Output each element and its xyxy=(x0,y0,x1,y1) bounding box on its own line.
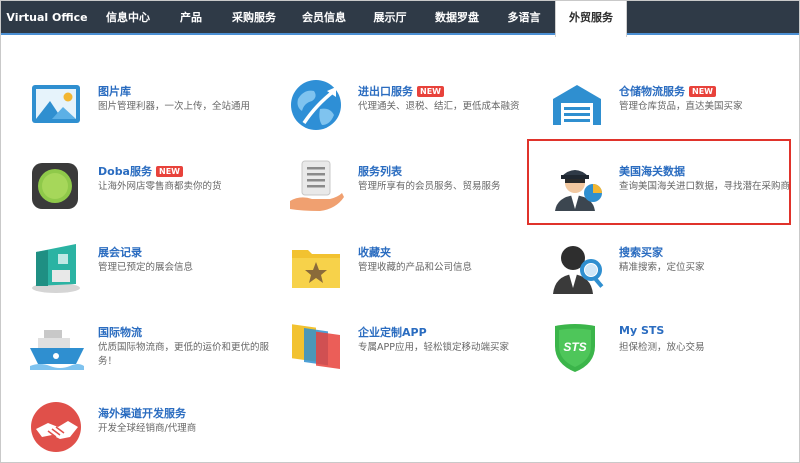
new-badge: NEW xyxy=(689,86,716,97)
sts-shield-icon[interactable]: STS xyxy=(551,320,609,378)
nav-trade-services[interactable]: 外贸服务 xyxy=(555,1,627,37)
service-desc: 开发全球经销商/代理商 xyxy=(98,423,197,434)
nav-member-info[interactable]: 会员信息 xyxy=(289,1,359,35)
top-nav: Virtual Office 信息中心 产品 采购服务 会员信息 展示厅 数据罗… xyxy=(1,1,799,37)
service-list-icon[interactable] xyxy=(290,159,348,217)
highlight-box xyxy=(527,139,791,225)
service-service-list: 服务列表 管理所享有的会员服务、贸易服务 xyxy=(290,159,540,229)
service-title[interactable]: 进出口服务 NEW xyxy=(358,83,444,99)
service-title[interactable]: 国际物流 xyxy=(98,324,142,340)
service-my-sts: STS My STS 担保检测，放心交易 xyxy=(551,320,800,390)
service-title[interactable]: Doba服务 NEW xyxy=(98,163,183,179)
service-desc: 精准搜索，定位买家 xyxy=(619,262,705,273)
nav-sourcing[interactable]: 采购服务 xyxy=(219,1,289,35)
ship-icon[interactable] xyxy=(30,320,88,378)
service-desc: 管理所享有的会员服务、贸易服务 xyxy=(358,181,501,192)
service-title[interactable]: 图片库 xyxy=(98,83,131,99)
service-title[interactable]: 展会记录 xyxy=(98,244,142,260)
globe-icon[interactable] xyxy=(290,79,348,137)
service-desc: 优质国际物流商，更低的运价和更优的服务！ xyxy=(98,342,270,367)
service-import-export: 进出口服务 NEW 代理通关、退税、结汇，更低成本融资 xyxy=(290,79,540,149)
svg-text:STS: STS xyxy=(563,340,586,354)
service-overseas-channels: 海外渠道开发服务 开发全球经销商/代理商 xyxy=(30,401,280,463)
doba-icon[interactable] xyxy=(30,159,88,217)
service-title[interactable]: 海外渠道开发服务 xyxy=(98,405,186,421)
nav-multilanguage[interactable]: 多语言 xyxy=(493,1,555,35)
service-desc: 代理通关、退税、结汇，更低成本融资 xyxy=(358,101,520,112)
new-badge: NEW xyxy=(417,86,444,97)
nav-showroom[interactable]: 展示厅 xyxy=(359,1,421,35)
picture-icon[interactable] xyxy=(30,79,88,137)
service-custom-app: 企业定制APP 专属APP应用，轻松锁定移动端买家 xyxy=(290,320,540,390)
new-badge: NEW xyxy=(156,166,183,177)
search-buyer-icon[interactable] xyxy=(551,240,609,298)
favorites-folder-icon[interactable] xyxy=(290,240,348,298)
service-title[interactable]: My STS xyxy=(619,324,664,337)
service-desc: 图片管理利器，一次上传，全站通用 xyxy=(98,101,251,112)
service-title[interactable]: 搜索买家 xyxy=(619,244,663,260)
service-desc: 担保检测，放心交易 xyxy=(619,342,705,353)
nav-info-center[interactable]: 信息中心 xyxy=(93,1,163,35)
handshake-icon[interactable] xyxy=(30,401,88,459)
service-title[interactable]: 仓储物流服务 NEW xyxy=(619,83,716,99)
service-desc: 专属APP应用，轻松锁定移动端买家 xyxy=(358,342,509,353)
service-desc: 管理已预定的展会信息 xyxy=(98,262,194,273)
warehouse-icon[interactable] xyxy=(551,79,609,137)
service-desc: 管理仓库货品，直达美国买家 xyxy=(619,101,743,112)
service-exhibition-records: 展会记录 管理已预定的展会信息 xyxy=(30,240,280,310)
nav-virtual-office[interactable]: Virtual Office xyxy=(1,1,93,35)
service-international-logistics: 国际物流 优质国际物流商，更低的运价和更优的服务！ xyxy=(30,320,280,390)
service-desc: 管理收藏的产品和公司信息 xyxy=(358,262,473,273)
page-frame xyxy=(0,0,800,463)
service-doba: Doba服务 NEW 让海外网店零售商都卖你的货 xyxy=(30,159,280,229)
exhibition-booth-icon[interactable] xyxy=(30,240,88,298)
app-icon[interactable] xyxy=(290,320,348,378)
service-title[interactable]: 收藏夹 xyxy=(358,244,391,260)
service-favorites: 收藏夹 管理收藏的产品和公司信息 xyxy=(290,240,540,310)
service-title[interactable]: 服务列表 xyxy=(358,163,402,179)
service-desc: 让海外网店零售商都卖你的货 xyxy=(98,181,222,192)
nav-data-compass[interactable]: 数据罗盘 xyxy=(421,1,493,35)
service-title[interactable]: 企业定制APP xyxy=(358,324,427,340)
service-image-library: 图片库 图片管理利器，一次上传，全站通用 xyxy=(30,79,280,149)
service-search-buyers: 搜索买家 精准搜索，定位买家 xyxy=(551,240,800,310)
nav-products[interactable]: 产品 xyxy=(163,1,219,35)
